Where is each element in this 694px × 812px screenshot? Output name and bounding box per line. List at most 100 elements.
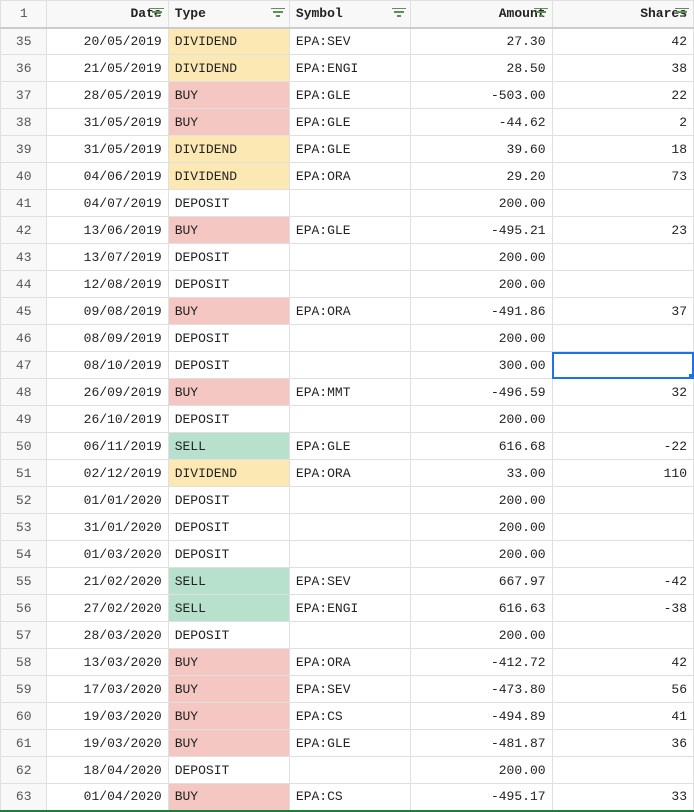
row-number[interactable]: 61 [1,730,47,757]
row-number[interactable]: 38 [1,109,47,136]
cell-date[interactable]: 06/11/2019 [47,433,168,460]
cell-shares[interactable] [552,757,693,784]
cell-symbol[interactable]: EPA:SEV [289,28,410,55]
row-number[interactable]: 52 [1,487,47,514]
cell-shares[interactable]: 42 [552,649,693,676]
cell-symbol[interactable]: EPA:ORA [289,163,410,190]
column-header-date[interactable]: Date [47,1,168,28]
cell-symbol[interactable]: EPA:CS [289,703,410,730]
cell-date[interactable]: 26/09/2019 [47,379,168,406]
cell-amount[interactable]: -491.86 [411,298,552,325]
cell-date[interactable]: 31/05/2019 [47,136,168,163]
cell-amount[interactable]: 33.00 [411,460,552,487]
cell-amount[interactable]: 616.68 [411,433,552,460]
cell-type[interactable]: DEPOSIT [168,325,289,352]
cell-symbol[interactable]: EPA:GLE [289,136,410,163]
cell-shares[interactable] [552,541,693,568]
row-number[interactable]: 40 [1,163,47,190]
row-number[interactable]: 49 [1,406,47,433]
cell-amount[interactable]: 200.00 [411,622,552,649]
cell-date[interactable]: 19/03/2020 [47,703,168,730]
cell-date[interactable]: 02/12/2019 [47,460,168,487]
row-number[interactable]: 60 [1,703,47,730]
cell-shares[interactable]: 38 [552,55,693,82]
cell-shares[interactable]: 41 [552,703,693,730]
cell-amount[interactable]: -496.59 [411,379,552,406]
cell-shares[interactable]: 36 [552,730,693,757]
cell-symbol[interactable]: EPA:ENGI [289,595,410,622]
cell-symbol[interactable] [289,757,410,784]
cell-symbol[interactable] [289,190,410,217]
cell-symbol[interactable]: EPA:ENGI [289,55,410,82]
cell-type[interactable]: DEPOSIT [168,487,289,514]
cell-date[interactable]: 01/03/2020 [47,541,168,568]
cell-date[interactable]: 31/01/2020 [47,514,168,541]
cell-amount[interactable]: -494.89 [411,703,552,730]
cell-symbol[interactable] [289,406,410,433]
filter-icon[interactable] [392,8,406,20]
filter-icon[interactable] [534,8,548,20]
cell-amount[interactable]: 28.50 [411,55,552,82]
cell-shares[interactable]: 42 [552,28,693,55]
cell-date[interactable]: 13/07/2019 [47,244,168,271]
cell-type[interactable]: BUY [168,649,289,676]
cell-date[interactable]: 13/06/2019 [47,217,168,244]
row-number[interactable]: 39 [1,136,47,163]
cell-date[interactable]: 01/01/2020 [47,487,168,514]
row-number[interactable]: 41 [1,190,47,217]
cell-date[interactable]: 04/06/2019 [47,163,168,190]
cell-type[interactable]: BUY [168,298,289,325]
cell-amount[interactable]: -495.21 [411,217,552,244]
cell-type[interactable]: DEPOSIT [168,190,289,217]
cell-date[interactable]: 28/05/2019 [47,82,168,109]
cell-symbol[interactable]: EPA:GLE [289,109,410,136]
cell-amount[interactable]: -481.87 [411,730,552,757]
cell-type[interactable]: BUY [168,379,289,406]
column-header-symbol[interactable]: Symbol [289,1,410,28]
row-number[interactable]: 51 [1,460,47,487]
cell-shares[interactable]: -42 [552,568,693,595]
cell-symbol[interactable]: EPA:GLE [289,217,410,244]
corner-cell[interactable]: 1 [1,1,47,28]
cell-date[interactable]: 28/03/2020 [47,622,168,649]
cell-shares[interactable]: 37 [552,298,693,325]
cell-date[interactable]: 21/02/2020 [47,568,168,595]
cell-type[interactable]: DIVIDEND [168,28,289,55]
row-number[interactable]: 47 [1,352,47,379]
column-header-shares[interactable]: Shares [552,1,693,28]
row-number[interactable]: 59 [1,676,47,703]
cell-type[interactable]: BUY [168,82,289,109]
row-number[interactable]: 50 [1,433,47,460]
cell-amount[interactable]: 200.00 [411,271,552,298]
cell-type[interactable]: BUY [168,703,289,730]
cell-date[interactable]: 27/02/2020 [47,595,168,622]
column-header-amount[interactable]: Amount [411,1,552,28]
cell-shares[interactable] [552,622,693,649]
cell-shares[interactable]: 32 [552,379,693,406]
cell-amount[interactable]: 39.60 [411,136,552,163]
cell-amount[interactable]: 200.00 [411,757,552,784]
cell-symbol[interactable] [289,514,410,541]
cell-type[interactable]: DEPOSIT [168,352,289,379]
cell-shares[interactable] [552,352,693,379]
filter-icon[interactable] [271,8,285,20]
row-number[interactable]: 53 [1,514,47,541]
cell-date[interactable]: 17/03/2020 [47,676,168,703]
cell-symbol[interactable]: EPA:MMT [289,379,410,406]
cell-shares[interactable]: 110 [552,460,693,487]
cell-shares[interactable]: 33 [552,784,693,811]
cell-date[interactable]: 09/08/2019 [47,298,168,325]
cell-amount[interactable]: 667.97 [411,568,552,595]
row-number[interactable]: 37 [1,82,47,109]
cell-amount[interactable]: 300.00 [411,352,552,379]
cell-date[interactable]: 21/05/2019 [47,55,168,82]
cell-shares[interactable]: -22 [552,433,693,460]
cell-date[interactable]: 01/04/2020 [47,784,168,811]
cell-date[interactable]: 26/10/2019 [47,406,168,433]
row-number[interactable]: 62 [1,757,47,784]
cell-amount[interactable]: -44.62 [411,109,552,136]
cell-type[interactable]: BUY [168,676,289,703]
cell-symbol[interactable]: EPA:GLE [289,730,410,757]
cell-type[interactable]: DEPOSIT [168,514,289,541]
cell-symbol[interactable]: EPA:SEV [289,568,410,595]
